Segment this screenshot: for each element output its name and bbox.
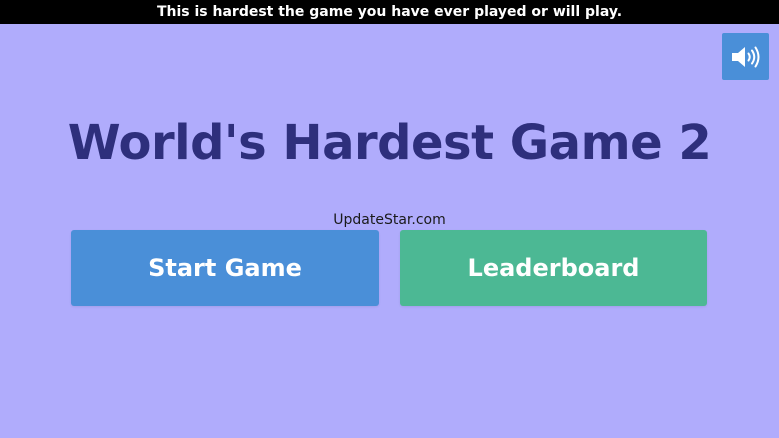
game-title: World's Hardest Game 2: [67, 115, 712, 171]
start-game-button[interactable]: Start Game: [71, 230, 379, 306]
speaker-volume-icon: [730, 44, 762, 70]
leaderboard-button[interactable]: Leaderboard: [400, 230, 707, 306]
game-screen: { "banner": { "text": "This is hardest t…: [0, 0, 779, 438]
sound-toggle-button[interactable]: [722, 33, 769, 80]
watermark-text: UpdateStar.com: [333, 212, 446, 228]
top-banner: This is hardest the game you have ever p…: [0, 0, 779, 24]
